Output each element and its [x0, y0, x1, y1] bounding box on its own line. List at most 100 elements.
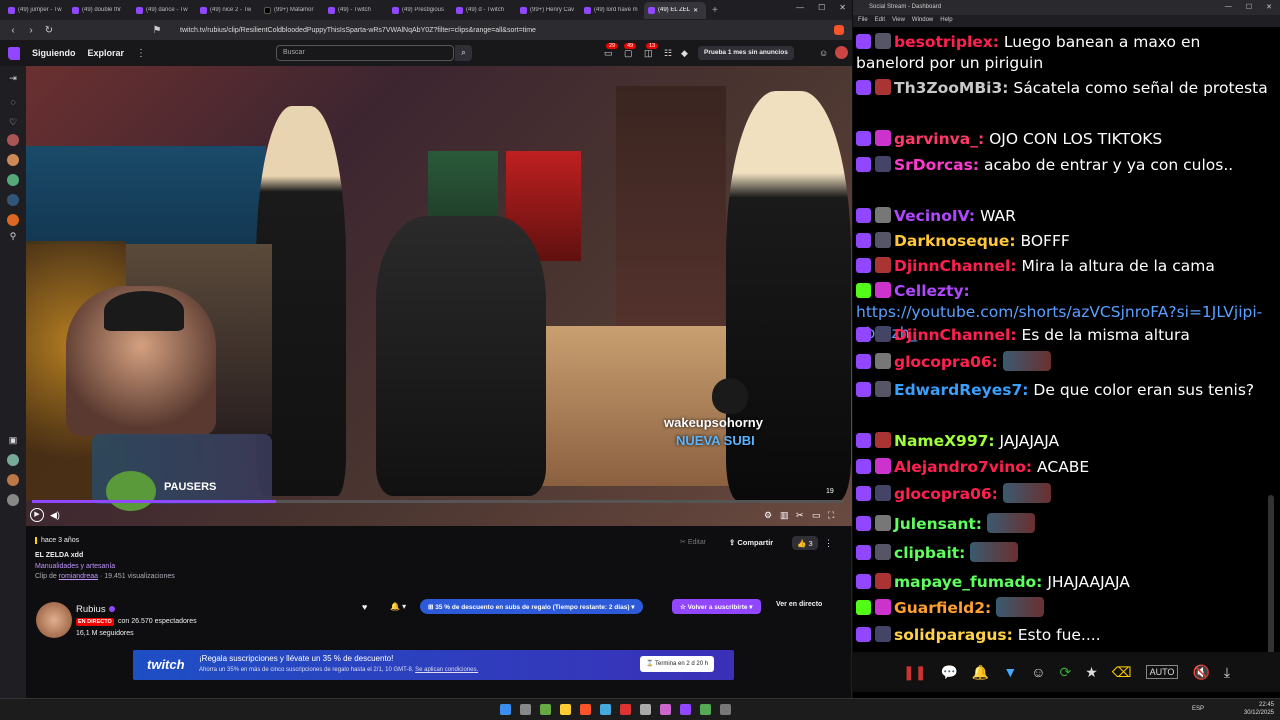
browser-tab[interactable]: (49) dance - Tw [132, 2, 194, 19]
prime-ad-free-button[interactable]: Prueba 1 mes sin anuncios [698, 46, 794, 60]
picture-in-picture-icon[interactable]: ▭ [812, 510, 821, 521]
brave-icon[interactable] [580, 704, 591, 715]
bell-icon[interactable]: 🔔 [972, 664, 989, 681]
search-icon[interactable] [520, 704, 531, 715]
channel-avatar[interactable] [36, 602, 72, 638]
chat-username[interactable]: solidparagus: [894, 626, 1013, 644]
chat-username[interactable]: Cellezty: [894, 282, 970, 300]
inbox-icon[interactable]: ▢ [624, 48, 634, 58]
chat-username[interactable]: DjinnChannel: [894, 326, 1017, 344]
mute-icon[interactable]: 🔇 [1192, 664, 1209, 681]
app-icon[interactable] [540, 704, 551, 715]
brave-shield-icon[interactable] [834, 25, 844, 35]
sync-icon[interactable]: ⟳ [1060, 664, 1072, 681]
share-button[interactable]: ⇪ Compartir [729, 538, 773, 547]
videos-icon[interactable]: ▣ [7, 434, 19, 446]
star-icon[interactable]: ★ [1085, 664, 1098, 681]
chat-username[interactable]: NameX997: [894, 432, 995, 450]
chat-bubble-icon[interactable]: 💬 [940, 664, 957, 681]
close-icon[interactable]: ✕ [693, 7, 698, 14]
auto-icon[interactable]: AUTO [1145, 665, 1179, 679]
app-icon[interactable] [600, 704, 611, 715]
app-icon[interactable] [660, 704, 671, 715]
theatre-mode-icon[interactable]: ▥ [780, 510, 789, 521]
browser-tab[interactable]: (49) lord have m [580, 2, 642, 19]
following-icon[interactable]: ◌ [7, 96, 19, 108]
watch-live-button[interactable]: Ver en directo [776, 601, 822, 608]
extensions-icon[interactable]: ☷ [664, 48, 674, 58]
heart-icon[interactable]: ♡ [7, 116, 19, 128]
sidebar-channel-avatar[interactable] [7, 174, 19, 186]
notification-bell-icon[interactable]: 🔔 ▾ [390, 602, 406, 611]
edit-button[interactable]: ✂ Editar [680, 538, 706, 546]
notifications-icon[interactable]: ▭ [604, 48, 614, 58]
app-icon[interactable] [720, 704, 731, 715]
reload-icon[interactable]: ↻ [44, 25, 54, 36]
bits-icon[interactable]: ◆ [681, 48, 691, 58]
menu-window[interactable]: Window [912, 17, 933, 25]
back-icon[interactable]: ‹ [8, 25, 18, 36]
user-avatar[interactable] [835, 46, 848, 59]
menu-file[interactable]: File [858, 17, 868, 25]
app-icon[interactable] [640, 704, 651, 715]
minimize-icon[interactable]: — [796, 3, 804, 12]
scroll-down-icon[interactable]: ⤓ [1224, 664, 1230, 681]
search-icon[interactable]: ⌕ [455, 45, 472, 61]
search-input[interactable]: Buscar [276, 45, 454, 61]
clip-icon[interactable]: ✂ [796, 510, 804, 521]
sidebar-channel-avatar[interactable] [7, 494, 19, 506]
chat-username[interactable]: DjinnChannel: [894, 257, 1017, 275]
chat-username[interactable]: glocopra06: [894, 485, 998, 503]
minimize-icon[interactable]: — [1225, 3, 1232, 11]
volume-icon[interactable]: ◀) [50, 510, 60, 521]
menu-edit[interactable]: Edit [875, 17, 885, 25]
gift-sub-promo-button[interactable]: ⊞ 35 % de descuento en subs de regalo (T… [420, 599, 643, 614]
app-icon[interactable] [620, 704, 631, 715]
nav-following[interactable]: Siguiendo [32, 48, 76, 58]
sidebar-channel-avatar[interactable] [7, 194, 19, 206]
chat-username[interactable]: Julensant: [894, 515, 982, 533]
clip-author-link[interactable]: romiandreaa [59, 573, 98, 580]
twitch-app-icon[interactable] [680, 704, 691, 715]
seek-bar[interactable] [32, 500, 844, 503]
clear-icon[interactable]: ⌫ [1112, 664, 1132, 681]
new-tab-button[interactable]: + [712, 5, 718, 16]
emoji-icon[interactable]: ☺ [1031, 664, 1045, 680]
sidebar-channel-avatar[interactable] [7, 474, 19, 486]
pause-icon[interactable]: ❚❚ [903, 664, 926, 681]
chat-username[interactable]: clipbait: [894, 544, 965, 562]
whispers-icon[interactable]: ◫ [644, 48, 654, 58]
chat-username[interactable]: Th3ZooMBi3: [894, 79, 1008, 97]
browser-tab[interactable]: (49) - Twitch [324, 2, 386, 19]
more-options-icon[interactable]: ⋮ [824, 538, 833, 549]
video-player[interactable]: PAUSERS wakeupsohorny NUEVA SUBI 19 ▶ ◀)… [26, 66, 852, 526]
chat-username[interactable]: glocopra06: [894, 353, 998, 371]
nav-explore[interactable]: Explorar [88, 48, 125, 58]
chat-username[interactable]: VecinoIV: [894, 207, 975, 225]
follow-heart-icon[interactable]: ♥ [362, 602, 367, 612]
sidebar-channel-avatar[interactable] [7, 154, 19, 166]
recommended-icon[interactable]: ⚲ [7, 230, 19, 242]
close-window-icon[interactable]: ✕ [1266, 3, 1272, 11]
bookmark-icon[interactable]: ⚑ [152, 25, 162, 36]
like-button[interactable]: 👍 3 [792, 536, 818, 550]
chat-username[interactable]: besotriplex: [894, 33, 999, 51]
collapse-sidebar-icon[interactable]: ⇥ [7, 72, 19, 84]
chat-scrollbar[interactable] [1268, 495, 1274, 655]
terms-link[interactable]: Se aplican condiciones. [415, 667, 478, 673]
close-window-icon[interactable]: ✕ [839, 3, 846, 12]
browser-tab[interactable]: (49) nice 2 - Tw [196, 2, 258, 19]
settings-icon[interactable]: ⚙ [764, 510, 772, 521]
start-icon[interactable] [500, 704, 511, 715]
chat-username[interactable]: mapaye_fumado: [894, 573, 1042, 591]
browser-tab[interactable]: (99+) Henry Cav [516, 2, 578, 19]
more-options-icon[interactable]: ⋮ [136, 48, 146, 59]
browser-tab[interactable]: (49) d - Twitch [452, 2, 514, 19]
user-icon[interactable]: ☺ [819, 48, 829, 58]
system-clock[interactable]: 22:45 30/12/2025 [1244, 701, 1274, 717]
sidebar-channel-avatar[interactable] [7, 454, 19, 466]
maximize-icon[interactable]: ☐ [1246, 3, 1252, 11]
browser-tab[interactable]: (99+) Matamor [260, 2, 322, 19]
channel-name[interactable]: Rubius [76, 604, 115, 615]
url-field[interactable]: twitch.tv/rubius/clip/ResilientColdblood… [180, 27, 826, 34]
